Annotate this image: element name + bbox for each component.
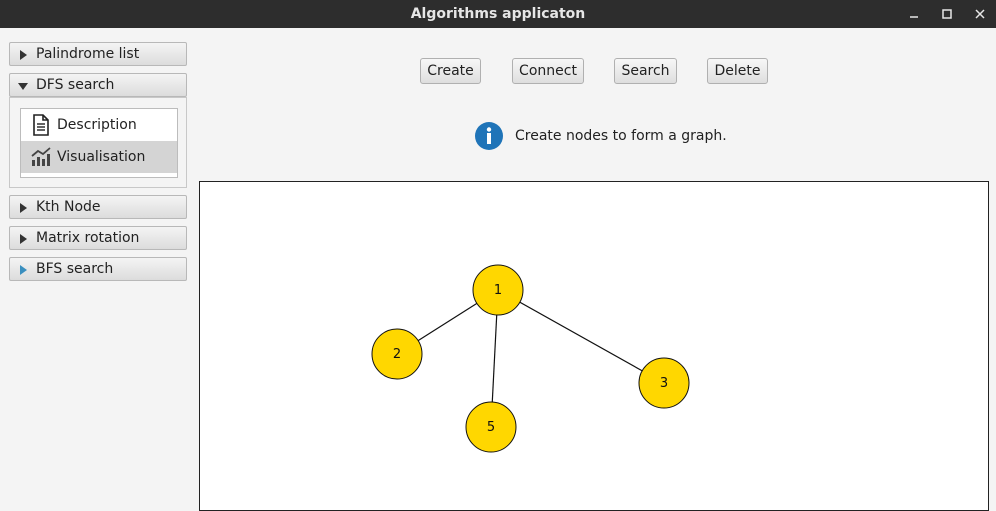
- info-message: Create nodes to form a graph.: [515, 128, 727, 144]
- title-bar: Algorithms applicaton: [0, 0, 996, 28]
- graph-svg: 1 2 3 5: [371, 264, 690, 453]
- section-dfs-search[interactable]: DFS search: [9, 73, 187, 97]
- connect-button[interactable]: Connect: [512, 58, 584, 84]
- expand-arrow-icon: [20, 203, 27, 213]
- delete-button[interactable]: Delete: [707, 58, 768, 84]
- section-palindrome-list[interactable]: Palindrome list: [9, 42, 187, 66]
- section-label: BFS search: [36, 261, 114, 277]
- section-kth-node[interactable]: Kth Node: [9, 195, 187, 219]
- section-label: Matrix rotation: [36, 230, 140, 246]
- list-item-visualisation[interactable]: Visualisation: [21, 141, 177, 173]
- section-bfs-search[interactable]: BFS search: [9, 257, 187, 281]
- expand-arrow-icon: [20, 50, 27, 60]
- graph-node-label: 1: [494, 283, 502, 298]
- graph-node-1[interactable]: 1: [472, 264, 524, 316]
- graph-node-label: 3: [660, 376, 668, 391]
- info-icon: [474, 121, 504, 151]
- window-title: Algorithms applicaton: [410, 6, 586, 22]
- search-button[interactable]: Search: [614, 58, 677, 84]
- list-item-description[interactable]: Description: [21, 109, 177, 141]
- list-item-label: Description: [57, 117, 137, 133]
- create-button[interactable]: Create: [420, 58, 481, 84]
- minimize-icon[interactable]: [905, 5, 923, 23]
- maximize-icon[interactable]: [938, 5, 956, 23]
- expand-arrow-icon: [20, 234, 27, 244]
- close-icon[interactable]: [971, 5, 989, 23]
- dfs-options-list: Description Visualisation: [20, 108, 178, 178]
- graph-node-2[interactable]: 2: [371, 328, 423, 380]
- graph-node-label: 2: [393, 347, 401, 362]
- list-item-label: Visualisation: [57, 149, 146, 165]
- graph-node-3[interactable]: 3: [638, 357, 690, 409]
- section-label: Palindrome list: [36, 46, 140, 62]
- section-label: Kth Node: [36, 199, 101, 215]
- section-label: DFS search: [36, 77, 115, 93]
- graph-node-label: 5: [487, 420, 495, 435]
- collapse-arrow-icon: [18, 83, 28, 90]
- chart-icon: [29, 145, 53, 169]
- graph-edge-1-3: [497, 289, 665, 384]
- document-icon: [29, 113, 53, 137]
- graph-node-5[interactable]: 5: [465, 401, 517, 453]
- expand-arrow-icon: [20, 265, 27, 275]
- dfs-search-panel: Description Visualisation: [9, 97, 187, 188]
- section-matrix-rotation[interactable]: Matrix rotation: [9, 226, 187, 250]
- graph-canvas[interactable]: 1 2 3 5: [199, 181, 989, 511]
